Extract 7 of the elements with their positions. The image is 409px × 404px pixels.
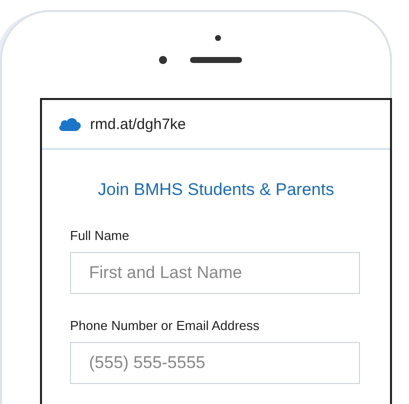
input-field[interactable]: (555) 555-5555 (70, 342, 360, 384)
cloud-icon (58, 116, 82, 132)
form-title: Join BMHS Students & Parents (96, 180, 336, 200)
field-label: Phone Number or Email Address (70, 318, 260, 333)
input-field[interactable]: First and Last Name (70, 252, 360, 294)
field-label: Full Name (70, 228, 130, 243)
url-text: rmd.at/dgh7ke (90, 116, 186, 132)
